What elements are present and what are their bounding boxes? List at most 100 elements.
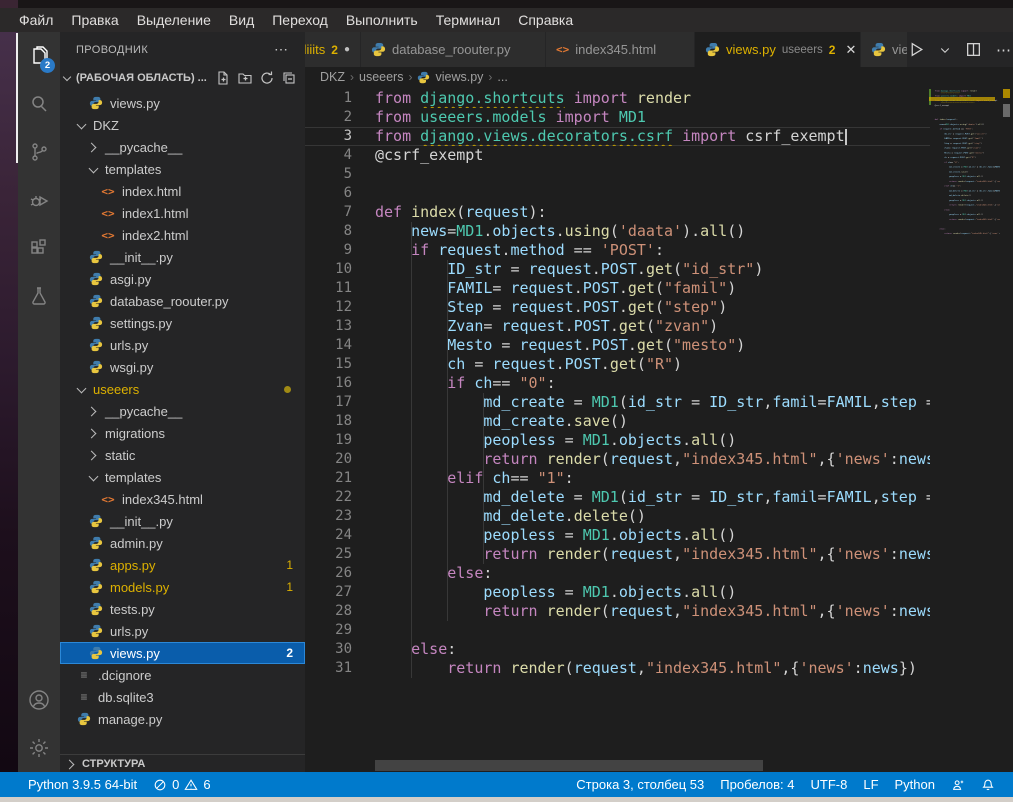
menu-item[interactable]: Выполнить: [337, 12, 427, 28]
editor-more-actions-icon[interactable]: ⋯: [996, 41, 1012, 59]
eol-setting[interactable]: LF: [855, 777, 886, 792]
tab-diiits[interactable]: diiits2●: [305, 32, 361, 67]
code-line-16[interactable]: 16 if ch== "0":: [305, 374, 930, 393]
tree-file-models-py[interactable]: models.py1: [60, 576, 305, 598]
tree-file-views-py[interactable]: views.py2: [60, 642, 305, 664]
code-line-20[interactable]: 20 return render(request,"index345.html"…: [305, 450, 930, 469]
tree-file-index1-html[interactable]: <>index1.html: [60, 202, 305, 224]
collapse-folders-icon[interactable]: [281, 70, 297, 86]
menu-item[interactable]: Правка: [62, 12, 127, 28]
tree-file-urls-py[interactable]: urls.py: [60, 334, 305, 356]
tree-file-admin-py[interactable]: admin.py: [60, 532, 305, 554]
tree-file-settings-py[interactable]: settings.py: [60, 312, 305, 334]
tree-folder-DKZ[interactable]: DKZ: [60, 114, 305, 136]
tree-file-urls-py[interactable]: urls.py: [60, 620, 305, 642]
tree-file-apps-py[interactable]: apps.py1: [60, 554, 305, 576]
code-editor[interactable]: 1from django.shortcuts import render2fro…: [305, 87, 1013, 772]
new-file-icon[interactable]: [215, 70, 231, 86]
tab-vie[interactable]: vie: [861, 32, 908, 67]
notifications-bell-icon[interactable]: [973, 778, 1003, 792]
account-icon[interactable]: [18, 676, 60, 724]
tree-file-index-html[interactable]: <>index.html: [60, 180, 305, 202]
code-line-8[interactable]: 8 news=MD1.objects.using('daata').all(): [305, 222, 930, 241]
split-editor-icon[interactable]: [965, 41, 982, 58]
feedback-icon[interactable]: [943, 778, 973, 792]
tree-file--init-py[interactable]: __init__.py: [60, 246, 305, 268]
code-line-4[interactable]: 4@csrf_exempt: [305, 146, 930, 165]
tree-folder--pycache-[interactable]: __pycache__: [60, 136, 305, 158]
tree-file-index2-html[interactable]: <>index2.html: [60, 224, 305, 246]
breadcrumb-item[interactable]: useeers: [359, 70, 403, 84]
code-line-23[interactable]: 23 md_delete.delete(): [305, 507, 930, 526]
code-line-5[interactable]: 5: [305, 165, 930, 184]
code-line-24[interactable]: 24 peopless = MD1.objects.all(): [305, 526, 930, 545]
source-control-icon[interactable]: [18, 128, 60, 176]
code-line-25[interactable]: 25 return render(request,"index345.html"…: [305, 545, 930, 564]
language-mode[interactable]: Python: [887, 777, 943, 792]
code-line-18[interactable]: 18 md_create.save(): [305, 412, 930, 431]
explorer-icon[interactable]: 2: [18, 32, 60, 80]
run-dropdown-chevron-icon[interactable]: [939, 44, 951, 56]
breadcrumb-item[interactable]: views.py: [435, 70, 483, 84]
code-line-31[interactable]: 31 return render(request,"index345.html"…: [305, 659, 930, 678]
tree-file-views-py[interactable]: views.py: [60, 92, 305, 114]
menu-item[interactable]: Выделение: [128, 12, 220, 28]
extensions-icon[interactable]: [18, 224, 60, 272]
tree-folder-templates[interactable]: templates: [60, 466, 305, 488]
close-icon[interactable]: ✕: [845, 42, 856, 58]
tab-views-py[interactable]: views.pyuseeers2✕: [695, 32, 861, 67]
settings-gear-icon[interactable]: [18, 724, 60, 772]
code-line-9[interactable]: 9 if request.method == 'POST':: [305, 241, 930, 260]
code-line-15[interactable]: 15 ch = request.POST.get("R"): [305, 355, 930, 374]
sidebar-more-icon[interactable]: ⋯: [274, 41, 289, 58]
new-folder-icon[interactable]: [237, 70, 253, 86]
code-line-22[interactable]: 22 md_delete = MD1(id_str = ID_str,famil…: [305, 488, 930, 507]
tree-file--dcignore[interactable]: ≡.dcignore: [60, 664, 305, 686]
code-line-7[interactable]: 7def index(request):: [305, 203, 930, 222]
tree-file--init-py[interactable]: __init__.py: [60, 510, 305, 532]
breadcrumb-item[interactable]: DKZ: [320, 70, 345, 84]
search-icon[interactable]: [18, 80, 60, 128]
python-interpreter[interactable]: Python 3.9.5 64-bit: [20, 772, 145, 797]
tree-file-wsgi-py[interactable]: wsgi.py: [60, 356, 305, 378]
menu-item[interactable]: Переход: [263, 12, 337, 28]
tree-folder-useeers[interactable]: useeers: [60, 378, 305, 400]
menu-item[interactable]: Файл: [10, 12, 62, 28]
tree-file-asgi-py[interactable]: asgi.py: [60, 268, 305, 290]
overview-ruler[interactable]: [1000, 87, 1013, 772]
tree-file-database-roouter-py[interactable]: database_roouter.py: [60, 290, 305, 312]
indentation-setting[interactable]: Пробелов: 4: [712, 777, 802, 792]
tree-folder-migrations[interactable]: migrations: [60, 422, 305, 444]
tree-file-tests-py[interactable]: tests.py: [60, 598, 305, 620]
menu-item[interactable]: Вид: [220, 12, 263, 28]
tree-file-manage-py[interactable]: manage.py: [60, 708, 305, 730]
run-python-file-icon[interactable]: [908, 41, 925, 58]
refresh-icon[interactable]: [259, 70, 275, 86]
minimap[interactable]: from django.shortcuts import renderfrom …: [929, 89, 1000, 289]
tree-folder--pycache-[interactable]: __pycache__: [60, 400, 305, 422]
code-line-11[interactable]: 11 FAMIL= request.POST.get("famil"): [305, 279, 930, 298]
testing-icon[interactable]: [18, 272, 60, 320]
tree-folder-templates[interactable]: templates: [60, 158, 305, 180]
code-line-1[interactable]: 1from django.shortcuts import render: [305, 89, 930, 108]
code-line-2[interactable]: 2from useeers.models import MD1: [305, 108, 930, 127]
code-line-12[interactable]: 12 Step = request.POST.get("step"): [305, 298, 930, 317]
code-line-26[interactable]: 26 else:: [305, 564, 930, 583]
code-line-3[interactable]: 3from django.views.decorators.csrf impor…: [305, 127, 930, 146]
code-line-6[interactable]: 6: [305, 184, 930, 203]
problems-indicator[interactable]: 0 6: [145, 772, 218, 797]
encoding-setting[interactable]: UTF-8: [803, 777, 856, 792]
tree-folder-static[interactable]: static: [60, 444, 305, 466]
code-line-19[interactable]: 19 peopless = MD1.objects.all(): [305, 431, 930, 450]
tree-file-index345-html[interactable]: <>index345.html: [60, 488, 305, 510]
code-line-30[interactable]: 30 else:: [305, 640, 930, 659]
cursor-position[interactable]: Строка 3, столбец 53: [568, 777, 712, 792]
tab-database-roouter-py[interactable]: database_roouter.py: [361, 32, 546, 67]
outline-section-header[interactable]: СТРУКТУРА: [60, 754, 305, 772]
horizontal-scrollbar[interactable]: [375, 760, 763, 771]
code-line-27[interactable]: 27 peopless = MD1.objects.all(): [305, 583, 930, 602]
code-line-10[interactable]: 10 ID_str = request.POST.get("id_str"): [305, 260, 930, 279]
code-line-14[interactable]: 14 Mesto = request.POST.get("mesto"): [305, 336, 930, 355]
workspace-section-header[interactable]: (РАБОЧАЯ ОБЛАСТЬ) ...: [60, 67, 305, 89]
code-line-29[interactable]: 29: [305, 621, 930, 640]
